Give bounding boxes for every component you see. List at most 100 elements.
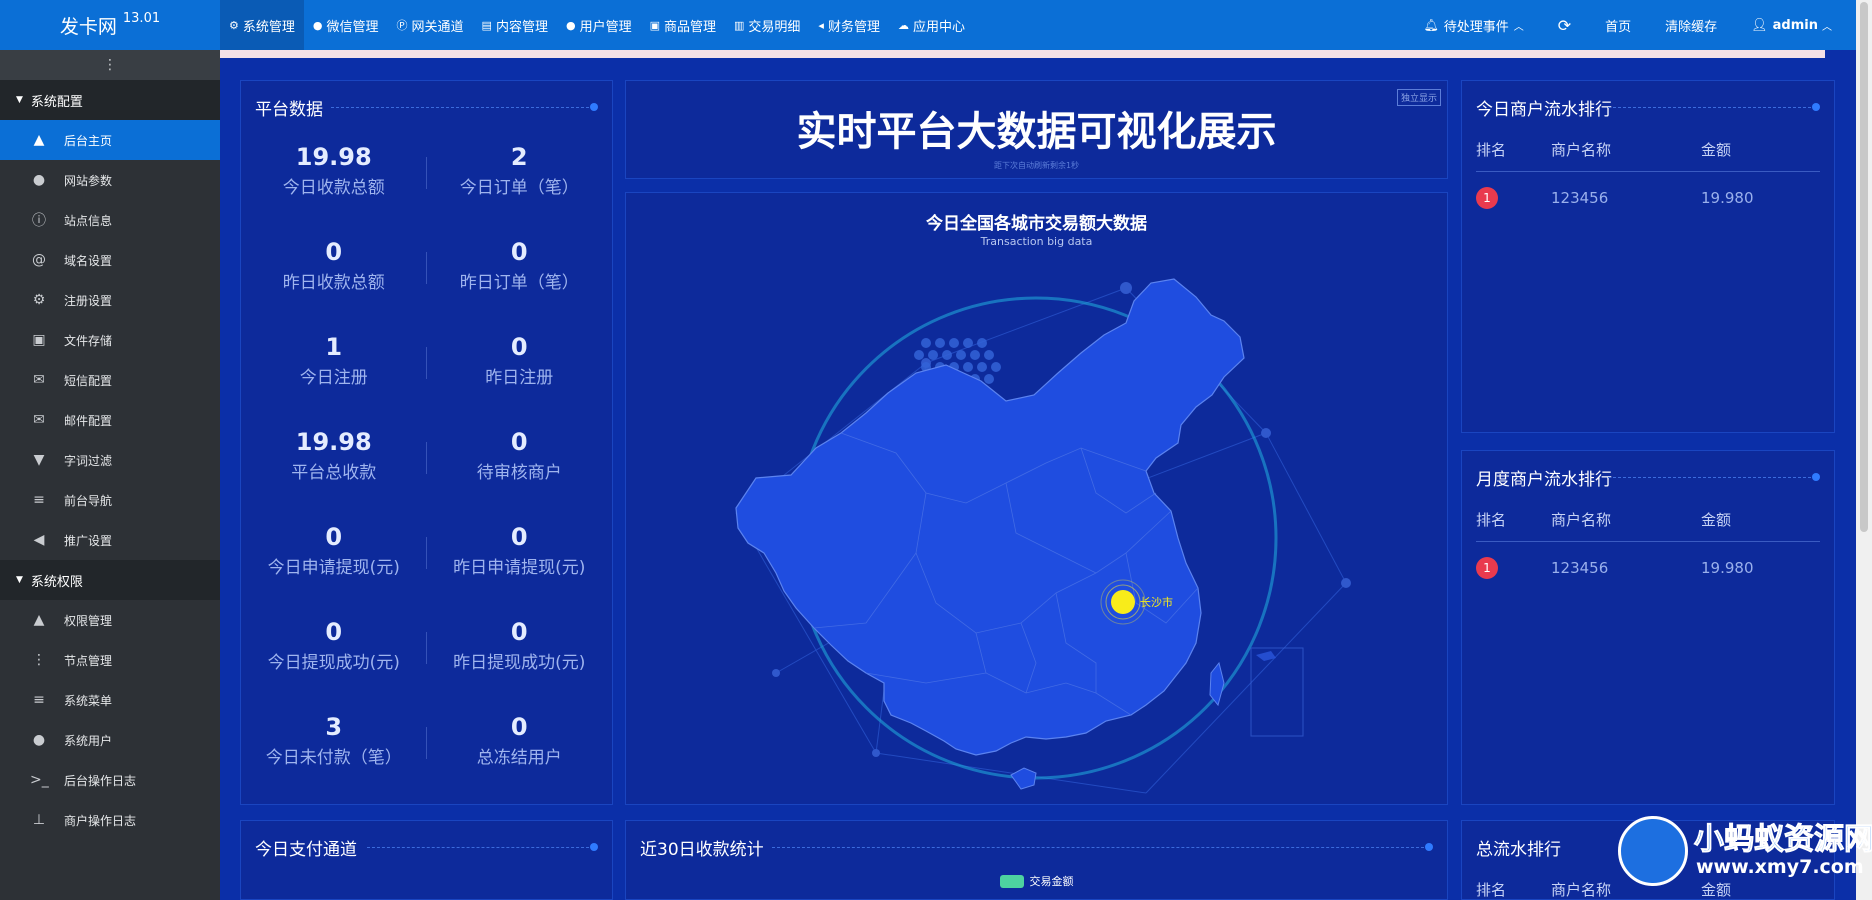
top-nav-item[interactable]: ● 微信管理 (304, 0, 388, 50)
at-icon: @ (32, 252, 46, 268)
stats-row: 0 今日申请提现(元) 0 昨日申请提现(元) (241, 523, 612, 618)
bullhorn-icon: ◀ (33, 532, 45, 548)
top-nav-item[interactable]: ● 用户管理 (557, 0, 641, 50)
merchant-amount: 19.980 (1701, 559, 1754, 577)
sidebar-group[interactable]: ▼ 系统配置 (0, 80, 220, 120)
stat-value: 0 (510, 618, 528, 646)
shop-icon: ▣ (649, 18, 660, 32)
stat-card: 0 昨日注册 (427, 333, 613, 428)
stat-card: 19.98 平台总收款 (241, 428, 427, 523)
scrollbar-thumb[interactable] (1860, 2, 1868, 532)
chevron-up-icon: ︿ (1513, 21, 1524, 33)
sidebar-item[interactable]: ⋮ 节点管理 (0, 640, 220, 680)
stat-label: 昨日提现成功(元) (453, 653, 586, 673)
stat-value: 0 (325, 238, 343, 266)
sidebar-item[interactable]: ▲ 权限管理 (0, 600, 220, 640)
sidebar-group[interactable]: ▼ 系统权限 (0, 560, 220, 600)
gear-icon: ⚙ (32, 292, 46, 308)
lock-icon: ▲ (33, 612, 45, 628)
bars-icon: ≡ (33, 492, 45, 508)
panel-title: 近30日收款统计 (640, 840, 764, 860)
bars-icon: ≡ (33, 692, 45, 708)
hainan-island (1010, 767, 1037, 790)
watermark-text: 小蚂蚁资源网 (1694, 822, 1872, 858)
map-panel: 今日全国各城市交易额大数据 Transaction big data 长沙市 (625, 192, 1448, 805)
panel-title: 总流水排行 (1476, 840, 1561, 860)
sidebar-toggle[interactable]: ⋮ (0, 50, 220, 80)
south-sea-inset (1250, 647, 1304, 737)
sidebar-item[interactable]: ✉ 邮件配置 (0, 400, 220, 440)
sidebar-item[interactable]: >_ 后台操作日志 (0, 760, 220, 800)
rank-table-header: 排名 商户名称 金额 (1476, 509, 1820, 542)
sidebar-item[interactable]: ● 系统用户 (0, 720, 220, 760)
sidebar-item[interactable]: ⊥ 商户操作日志 (0, 800, 220, 840)
bar-chart-icon: ▥ (734, 18, 745, 32)
col-merchant: 商户名称 (1551, 141, 1612, 159)
title-dot (1812, 473, 1820, 481)
stat-label: 平台总收款 (291, 463, 377, 483)
info-icon: ⓘ (32, 213, 46, 229)
sidebar-item-label: 网站参数 (64, 173, 113, 188)
sidebar-item[interactable]: ▣ 文件存储 (0, 320, 220, 360)
users-icon: ● (32, 732, 46, 748)
table-row: 1 123456 19.980 (1476, 187, 1820, 209)
stat-label: 今日注册 (299, 368, 368, 388)
user-menu[interactable]: 👤︎ admin ︿ (1734, 0, 1832, 50)
stat-value: 0 (325, 523, 343, 551)
sidebar-item[interactable]: ✉ 短信配置 (0, 360, 220, 400)
pending-events-dropdown[interactable]: 🔔︎ 待处理事件 ︿ (1406, 0, 1540, 50)
sidebar-item-label: 推广设置 (64, 533, 113, 548)
stat-card: 0 昨日申请提现(元) (427, 523, 613, 618)
stats-row: 3 今日未付款（笔） 0 总冻结用户 (241, 713, 612, 808)
top-nav-item[interactable]: Ⓟ 网关通道 (388, 0, 473, 50)
refresh-icon: ⟳ (1557, 15, 1572, 35)
stat-label: 今日提现成功(元) (267, 653, 400, 673)
bell-icon: 🔔︎ (1423, 18, 1439, 32)
sidebar-item[interactable]: ● 网站参数 (0, 160, 220, 200)
top-nav-item[interactable]: ▣ 商品管理 (641, 0, 725, 50)
sidebar-item[interactable]: ◀ 推广设置 (0, 520, 220, 560)
sidebar-item-label: 注册设置 (64, 293, 113, 308)
stats-row: 0 昨日收款总额 0 昨日订单（笔） (241, 238, 612, 333)
sidebar-item-label: 后台操作日志 (64, 773, 137, 788)
top-nav-item[interactable]: ▥ 交易明细 (725, 0, 809, 50)
today-pay-channel-panel: 今日支付通道 (240, 820, 613, 900)
page-title: 实时平台大数据可视化展示 (796, 109, 1277, 155)
stat-label: 昨日订单（笔） (459, 273, 579, 293)
recent-30-days-panel: 近30日收款统计 交易金额 (625, 820, 1448, 900)
sidebar-item[interactable]: ▼ 字词过滤 (0, 440, 220, 480)
top-nav-item[interactable]: ⚙ 系统管理 (220, 0, 304, 50)
chart-legend[interactable]: 交易金额 (626, 873, 1447, 889)
sidebar-item[interactable]: ≡ 系统菜单 (0, 680, 220, 720)
sidebar-item[interactable]: ▲ 后台主页 (0, 120, 220, 160)
filter-icon: ▼ (33, 452, 45, 468)
table-row: 1 123456 19.980 (1476, 557, 1820, 579)
standalone-view-button[interactable]: 独立显示 (1396, 89, 1441, 106)
sidebar-item-label: 系统用户 (64, 733, 113, 748)
sidebar-item[interactable]: ⚙ 注册设置 (0, 280, 220, 320)
top-nav-label: 系统管理 (242, 19, 295, 35)
today-merchant-rank-panel: 今日商户流水排行 排名 商户名称 金额 1 123456 19.980 (1461, 80, 1835, 433)
sidebar-item[interactable]: ≡ 前台导航 (0, 480, 220, 520)
ant-logo-icon (1618, 816, 1688, 886)
top-nav-item[interactable]: ◂ 财务管理 (809, 0, 889, 50)
clear-cache-button[interactable]: 清除缓存 (1648, 0, 1734, 50)
top-nav-item[interactable]: ☁ 应用中心 (889, 0, 974, 50)
sidebar-item-label: 文件存储 (64, 333, 113, 348)
sidebar-group-label: 系统权限 (30, 574, 83, 590)
china-map[interactable] (626, 253, 1449, 806)
refresh-button[interactable]: ⟳ (1541, 0, 1588, 50)
title-divider (1608, 107, 1816, 108)
top-nav-item[interactable]: ▤ 内容管理 (473, 0, 557, 50)
brand-logo[interactable]: 发卡网 13.01 (0, 0, 220, 50)
stat-card: 0 待审核商户 (427, 428, 613, 523)
page-scrollbar[interactable] (1856, 0, 1872, 900)
home-link[interactable]: 首页 (1588, 0, 1648, 50)
top-nav-label: 微信管理 (326, 19, 379, 35)
terminal-icon: >_ (30, 772, 49, 788)
sidebar-item[interactable]: ⓘ 站点信息 (0, 200, 220, 240)
top-right-menu: 🔔︎ 待处理事件 ︿ ⟳ 首页 清除缓存 👤︎ admin ︿ (1406, 0, 1832, 50)
stat-card: 0 昨日收款总额 (241, 238, 427, 333)
sidebar-item[interactable]: @ 域名设置 (0, 240, 220, 280)
stat-label: 今日收款总额 (282, 178, 385, 198)
